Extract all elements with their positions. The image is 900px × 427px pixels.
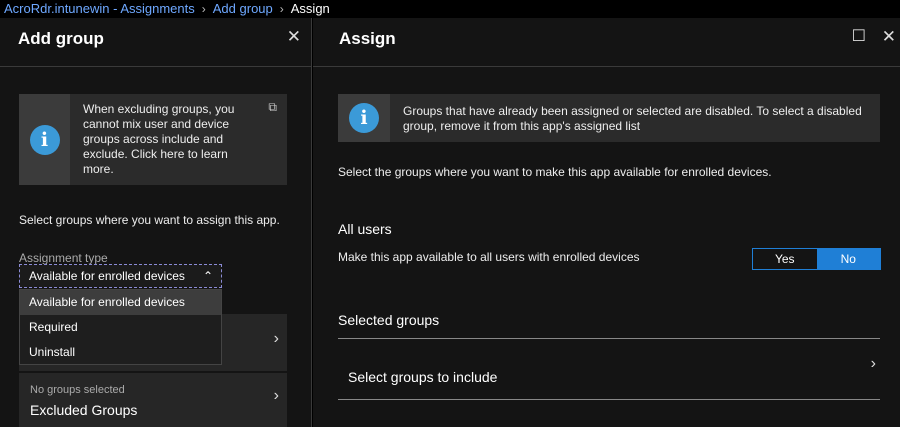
assign-description: Select groups where you want to assign t… [19,213,280,227]
close-icon[interactable]: ✕ [287,28,301,45]
breadcrumb-separator: › [279,2,284,16]
select-groups-label: Select groups to include [348,369,498,385]
exclusion-info-text: When excluding groups, you cannot mix us… [83,102,235,176]
selected-groups-heading: Selected groups [338,312,440,328]
assign-title: Assign [339,29,396,48]
all-users-heading: All users [338,221,392,237]
chevron-up-icon: ⌃ [202,269,213,283]
excluded-groups-row[interactable]: No groups selected Excluded Groups › [19,373,287,427]
external-link-icon[interactable]: ⧉ [268,100,277,115]
assignment-type-label: Assignment type [19,251,108,265]
assign-header: Assign ☐ ✕ [313,18,900,67]
breadcrumb-current: Assign [290,1,330,16]
assignment-type-menu: Available for enrolled devices Required … [19,289,222,365]
excluded-groups-status: No groups selected [30,384,125,396]
breadcrumb-add-group-link[interactable]: Add group [213,1,273,16]
assign-blade-description: Select the groups where you want to make… [338,165,772,179]
all-users-text: Make this app available to all users wit… [338,250,640,264]
info-icon-container: i [19,94,70,185]
breadcrumb-assignments-link[interactable]: AcroRdr.intunewin - Assignments [4,1,195,16]
option-available-enrolled[interactable]: Available for enrolled devices [20,290,221,315]
excluded-groups-label: Excluded Groups [30,402,138,418]
disabled-groups-info-text: Groups that have already been assigned o… [403,104,862,133]
toggle-yes-option[interactable]: Yes [753,249,817,269]
info-icon-container: i [338,94,390,142]
exclusion-info-box[interactable]: i When excluding groups, you cannot mix … [19,94,287,185]
divider [338,399,880,400]
maximize-icon[interactable]: ☐ [852,28,866,45]
disabled-groups-info-box: i Groups that have already been assigned… [338,94,880,142]
toggle-no-option[interactable]: No [816,249,880,269]
option-uninstall[interactable]: Uninstall [20,340,221,365]
breadcrumb: AcroRdr.intunewin - Assignments › Add grou… [0,0,900,18]
chevron-right-icon: › [273,330,279,347]
info-icon: i [29,124,60,155]
all-users-toggle: Yes No [752,248,881,270]
chevron-right-icon: › [870,355,876,372]
close-icon[interactable]: ✕ [882,28,896,45]
add-group-title: Add group [18,29,104,48]
option-required[interactable]: Required [20,315,221,340]
select-groups-row[interactable]: Select groups to include › [338,339,880,399]
breadcrumb-separator: › [201,2,206,16]
assignment-type-value: Available for enrolled devices [29,269,185,283]
assignment-type-dropdown[interactable]: Available for enrolled devices ⌃ [19,264,222,288]
info-icon: i [349,103,379,133]
add-group-header: Add group ✕ [0,18,311,67]
chevron-right-icon: › [273,387,279,404]
